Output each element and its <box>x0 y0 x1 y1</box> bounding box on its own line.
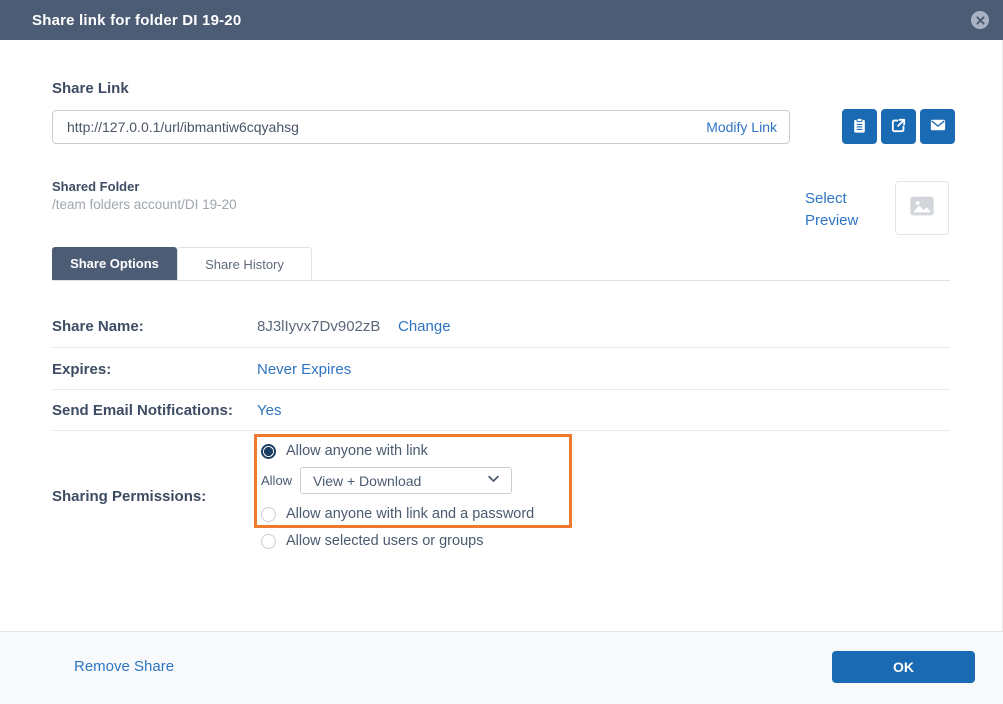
expires-value-link[interactable]: Never Expires <box>257 361 351 378</box>
row-divider <box>52 430 950 431</box>
radio-label: Allow selected users or groups <box>286 533 483 549</box>
radio-allow-anyone-with-link[interactable]: Allow anyone with link <box>261 443 428 459</box>
expires-label: Expires: <box>52 361 111 378</box>
clipboard-icon <box>851 117 868 137</box>
change-share-name-link[interactable]: Change <box>398 318 451 335</box>
share-name-label: Share Name: <box>52 318 144 335</box>
shared-folder-path: /team folders account/DI 19-20 <box>52 197 237 212</box>
dialog-titlebar: Share link for folder DI 19-20 <box>0 0 1003 40</box>
permission-level-value: View + Download <box>313 473 421 489</box>
share-url-field[interactable]: http://127.0.0.1/url/ibmantiw6cqyahsg Mo… <box>52 110 790 144</box>
sharing-permissions-label: Sharing Permissions: <box>52 488 206 505</box>
radio-label: Allow anyone with link and a password <box>286 506 534 522</box>
tab-share-history[interactable]: Share History <box>177 247 312 280</box>
email-notifications-value-link[interactable]: Yes <box>257 402 281 419</box>
dialog-title: Share link for folder DI 19-20 <box>32 12 241 29</box>
radio-selected-icon <box>261 444 276 459</box>
envelope-icon <box>929 116 947 137</box>
modify-link-button[interactable]: Modify Link <box>706 119 777 135</box>
tab-bar: Share Options Share History <box>52 247 312 280</box>
permission-level-select[interactable]: View + Download <box>300 467 512 494</box>
share-url-value: http://127.0.0.1/url/ibmantiw6cqyahsg <box>67 119 299 135</box>
preview-thumbnail[interactable] <box>895 181 949 235</box>
external-link-icon <box>890 117 907 137</box>
link-action-buttons <box>842 109 955 144</box>
radio-label: Allow anyone with link <box>286 443 428 459</box>
radio-unselected-icon <box>261 507 276 522</box>
copy-link-button[interactable] <box>842 109 877 144</box>
share-link-label: Share Link <box>52 80 129 97</box>
tab-divider <box>52 280 950 281</box>
ok-button[interactable]: OK <box>832 651 975 683</box>
allow-label: Allow <box>261 473 292 488</box>
radio-unselected-icon <box>261 534 276 549</box>
email-link-button[interactable] <box>920 109 955 144</box>
radio-allow-selected-users[interactable]: Allow selected users or groups <box>261 533 483 549</box>
tab-share-options[interactable]: Share Options <box>52 247 177 280</box>
email-notifications-label: Send Email Notifications: <box>52 402 233 419</box>
row-divider <box>52 347 950 348</box>
close-icon[interactable] <box>971 11 989 29</box>
chevron-down-icon <box>486 471 501 491</box>
share-link-dialog: Share link for folder DI 19-20 Share Lin… <box>0 0 1003 704</box>
share-name-value: 8J3lIyvx7Dv902zB <box>257 318 380 335</box>
remove-share-link[interactable]: Remove Share <box>74 658 174 675</box>
select-preview-link[interactable]: Select Preview <box>805 188 877 232</box>
shared-folder-label: Shared Folder <box>52 179 139 194</box>
radio-allow-anyone-with-password[interactable]: Allow anyone with link and a password <box>261 506 534 522</box>
image-placeholder-icon <box>908 192 936 225</box>
row-divider <box>52 389 950 390</box>
open-link-button[interactable] <box>881 109 916 144</box>
